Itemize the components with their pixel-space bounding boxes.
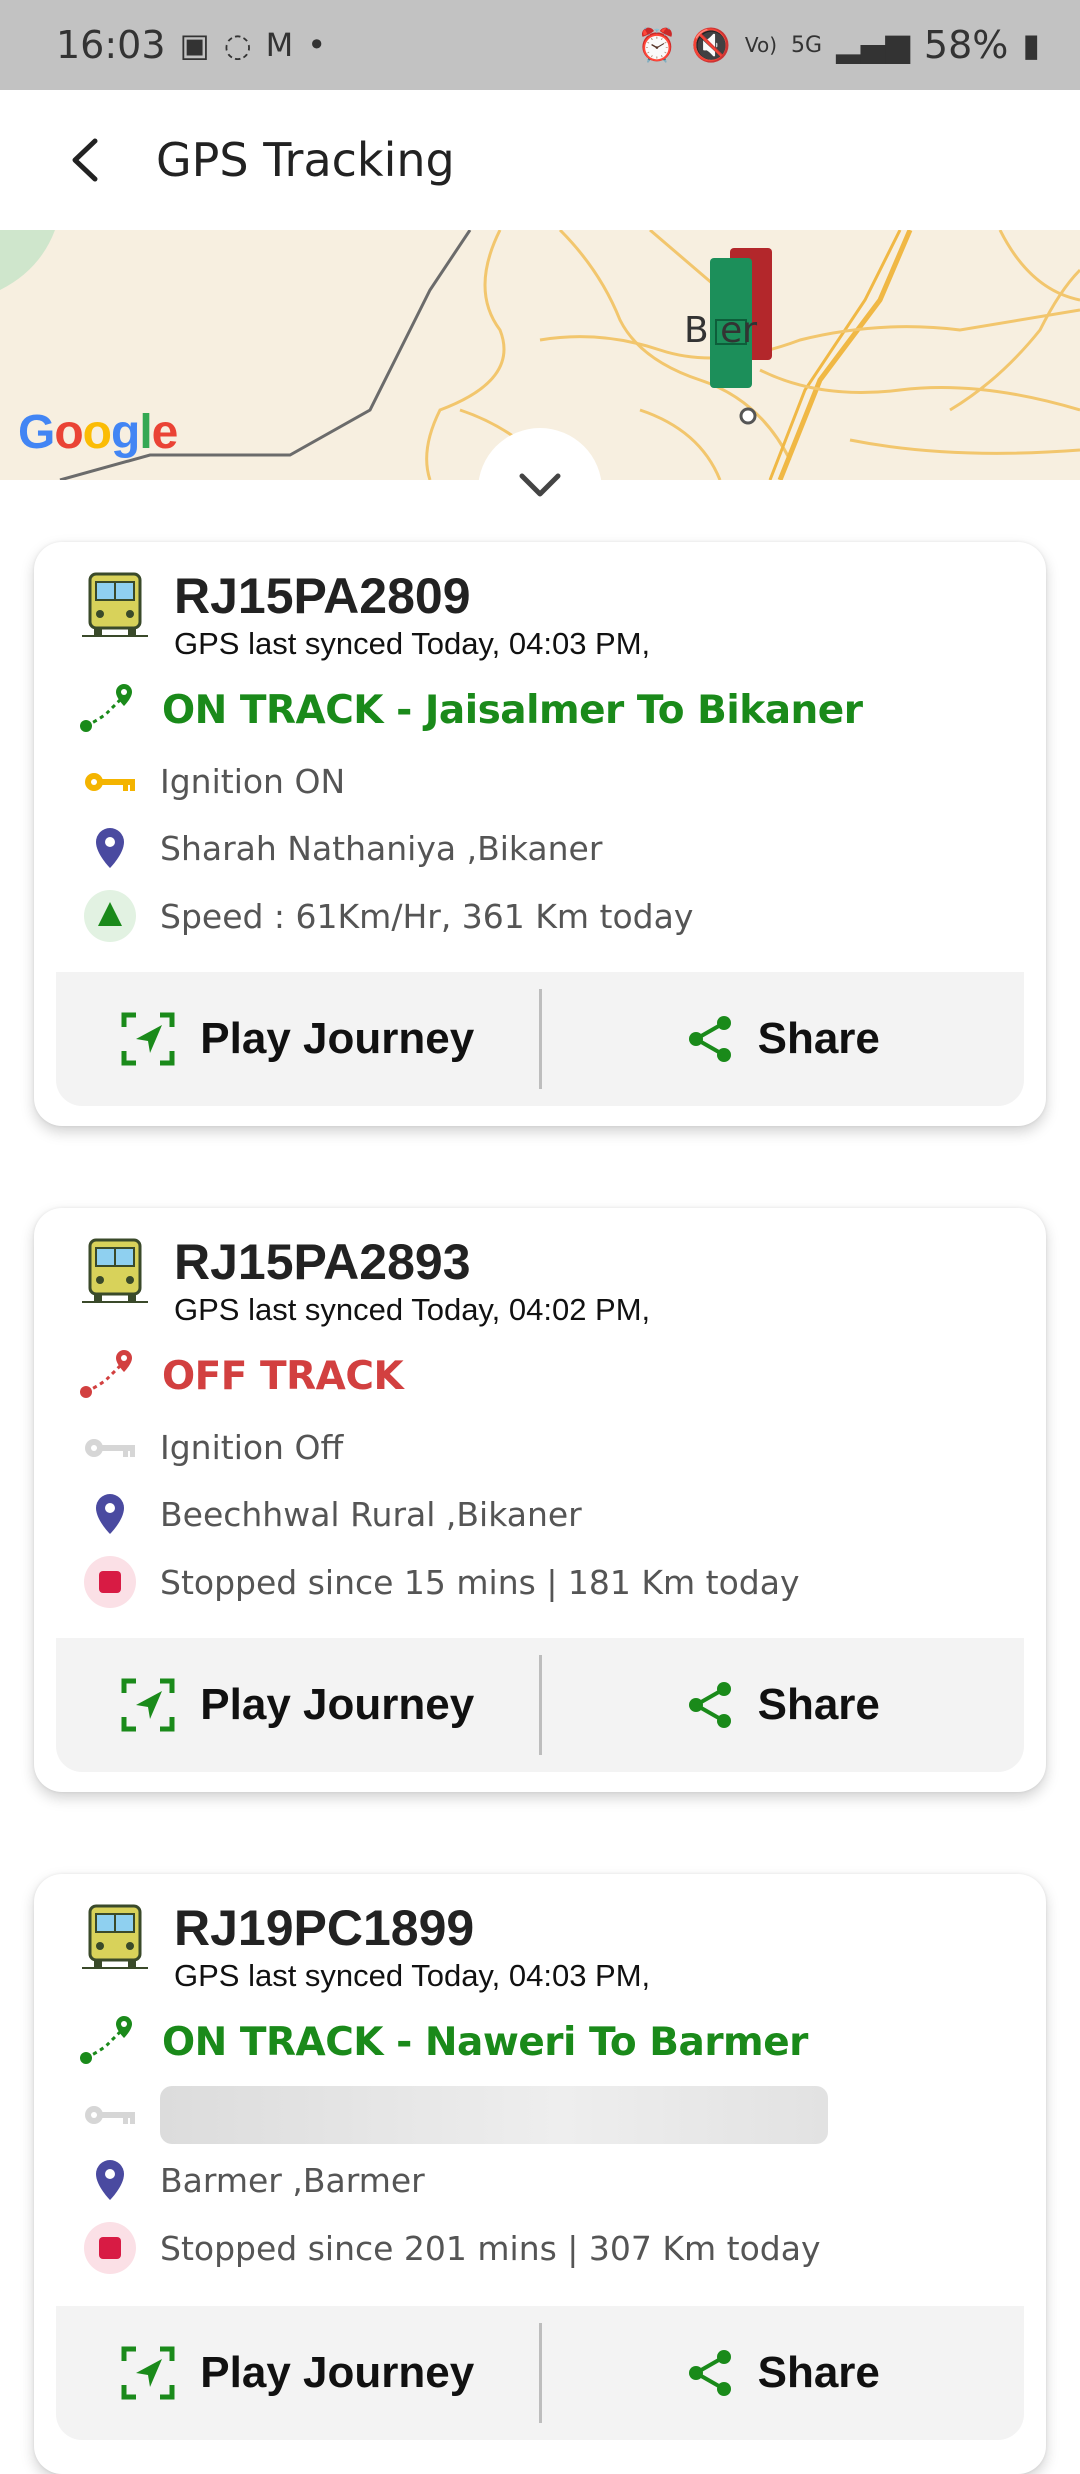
location-pin-icon <box>96 828 124 868</box>
moving-icon <box>84 890 136 942</box>
share-icon <box>688 2350 731 2396</box>
play-journey-label: Play Journey <box>200 2348 475 2397</box>
share-button[interactable]: Share <box>542 972 1025 1106</box>
play-journey-button[interactable]: Play Journey <box>56 2306 539 2440</box>
gps-sync-time: GPS last synced Today, 04:03 PM, <box>174 1958 651 1993</box>
back-arrow-icon <box>72 138 98 182</box>
page-title: GPS Tracking <box>156 133 455 187</box>
play-journey-icon <box>121 1678 175 1732</box>
vehicle-card[interactable]: RJ19PC1899 GPS last synced Today, 04:03 … <box>34 1874 1046 2474</box>
speed-info: Stopped since 201 mins | 307 Km today <box>160 2228 821 2268</box>
share-label: Share <box>757 1014 880 1063</box>
track-status: ON TRACK - Naweri To Barmer <box>162 2019 808 2065</box>
stopped-icon <box>84 2222 136 2274</box>
share-label: Share <box>757 1680 880 1729</box>
vehicle-number: RJ15PA2809 <box>174 568 471 624</box>
location-pin-icon <box>96 2160 124 2200</box>
vehicle-number: RJ19PC1899 <box>174 1900 475 1956</box>
play-journey-button[interactable]: Play Journey <box>56 1638 539 1772</box>
share-label: Share <box>757 2348 880 2397</box>
bus-icon <box>82 1904 148 1969</box>
ignition-status: Ignition ON <box>160 762 346 801</box>
share-button[interactable]: Share <box>542 1638 1025 1772</box>
play-journey-label: Play Journey <box>200 1680 475 1729</box>
mute-icon: 🔇 <box>691 26 731 64</box>
bus-icon <box>82 1238 148 1303</box>
collapse-map-button[interactable] <box>478 428 602 552</box>
share-button[interactable]: Share <box>542 2306 1025 2440</box>
map-city-label: B er <box>684 310 758 351</box>
track-status: ON TRACK - Jaisalmer To Bikaner <box>162 687 863 733</box>
share-icon <box>688 1682 731 1728</box>
gmail-icon: M <box>265 26 294 64</box>
route-off-track-icon <box>80 1350 132 1398</box>
speed-info: Stopped since 15 mins | 181 Km today <box>160 1562 800 1602</box>
gps-sync-time: GPS last synced Today, 04:03 PM, <box>174 626 651 661</box>
dot-icon: • <box>307 26 327 64</box>
battery-icon: ▮ <box>1022 26 1040 64</box>
gps-sync-time: GPS last synced Today, 04:02 PM, <box>174 1292 651 1327</box>
battery-percent: 58% <box>923 23 1009 67</box>
key-icon <box>85 2106 135 2124</box>
speed-info: Speed : 61Km/Hr, 361 Km today <box>160 896 694 936</box>
status-time: 16:03 <box>56 23 166 67</box>
play-journey-icon <box>121 1012 175 1066</box>
alarm-icon: ⏰ <box>637 26 678 64</box>
signal-icon: ▂▄▆ <box>836 26 910 64</box>
route-on-track-icon <box>80 684 132 732</box>
key-icon <box>85 772 135 791</box>
play-journey-icon <box>121 2346 175 2400</box>
gallery-icon: ▣ <box>179 26 210 64</box>
ignition-status: Ignition Off <box>160 1428 344 1467</box>
app-header: GPS Tracking <box>0 90 1080 230</box>
bus-icon <box>82 572 148 637</box>
5g-icon: 5G <box>791 32 823 58</box>
vehicle-number: RJ15PA2893 <box>174 1234 471 1290</box>
key-icon <box>85 1438 135 1457</box>
google-logo: Google <box>18 406 178 459</box>
vehicle-card[interactable]: RJ15PA2893 GPS last synced Today, 04:02 … <box>34 1208 1046 1792</box>
stopped-icon <box>84 1556 136 1608</box>
location-pin-icon <box>96 1494 124 1534</box>
sync-icon: ◌ <box>223 26 252 64</box>
track-status: OFF TRACK <box>162 1353 404 1399</box>
play-journey-button[interactable]: Play Journey <box>56 972 539 1106</box>
share-icon <box>688 1016 731 1062</box>
back-button[interactable] <box>50 125 120 195</box>
volte-icon: Vo) <box>744 33 778 57</box>
route-on-track-icon <box>80 2016 132 2064</box>
play-journey-label: Play Journey <box>200 1014 475 1063</box>
vehicle-card[interactable]: RJ15PA2809 GPS last synced Today, 04:03 … <box>34 542 1046 1126</box>
vehicle-location: Barmer ,Barmer <box>160 2160 425 2200</box>
status-bar: 16:03 ▣ ◌ M • ⏰ 🔇 Vo) 5G ▂▄▆ 58% ▮ <box>0 0 1080 90</box>
chevron-down-icon <box>519 473 561 497</box>
vehicle-location: Sharah Nathaniya ,Bikaner <box>160 828 603 868</box>
vehicle-location: Beechhwal Rural ,Bikaner <box>160 1494 582 1534</box>
ignition-loading-placeholder <box>160 2086 828 2144</box>
